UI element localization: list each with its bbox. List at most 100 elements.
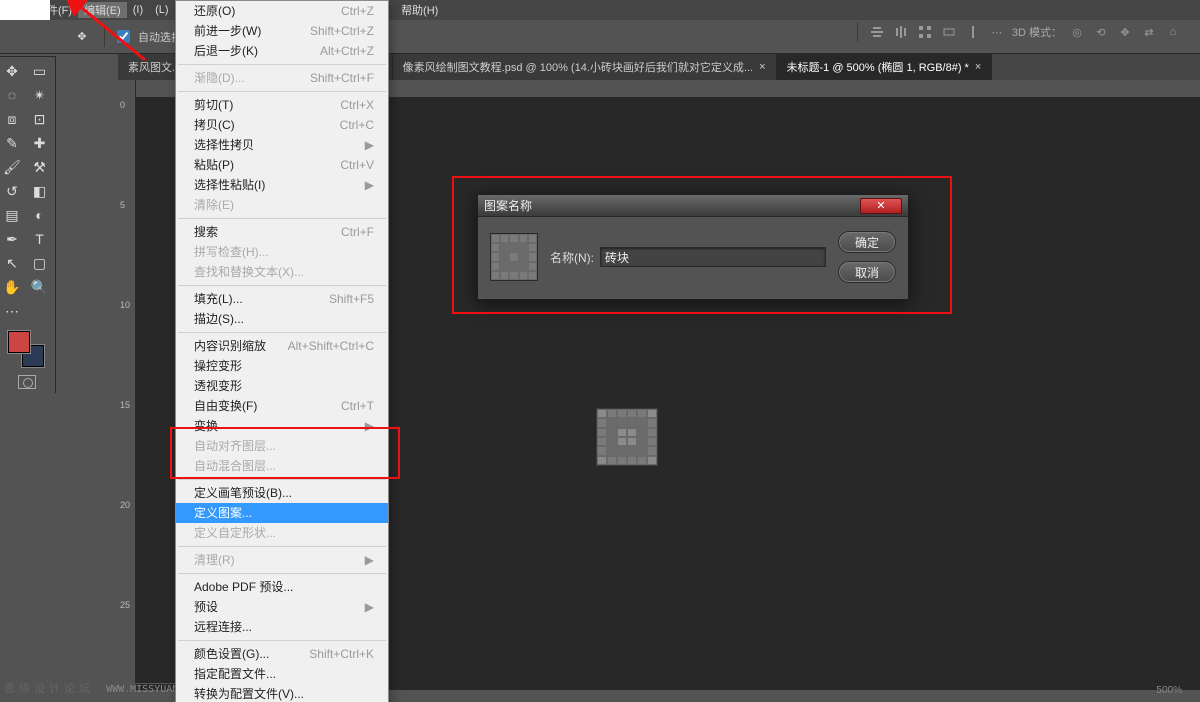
dots-icon[interactable]: ⋯ <box>988 23 1006 41</box>
menu-item[interactable]: 变换▶ <box>176 416 388 436</box>
zoom-tool-icon[interactable]: 🔍 <box>28 277 52 297</box>
menu-item[interactable]: 颜色设置(G)...Shift+Ctrl+K <box>176 644 388 664</box>
menu-file[interactable]: 文件(F) <box>30 2 78 18</box>
menu-shortcut: Ctrl+Z <box>341 3 374 19</box>
menu-item: 定义自定形状... <box>176 523 388 543</box>
color-swatch[interactable] <box>0 331 53 371</box>
zoom-3d-icon[interactable]: ⌂ <box>1164 23 1182 41</box>
tools-panel: ✥ ▭ ◌ ✴ ⧈ ⊡ ✎ ✚ 🖌 ⚒ ↺ ◧ ▤ ◐ ✒ T ↖ ▢ ✋ 🔍 … <box>0 56 56 393</box>
foreground-color[interactable] <box>8 331 30 353</box>
misc-tool-icon[interactable]: ⋯ <box>0 301 24 321</box>
orbit-3d-icon[interactable]: ◎ <box>1068 23 1086 41</box>
move-tool-icon[interactable]: ✥ <box>0 61 24 81</box>
menu-item[interactable]: 搜索Ctrl+F <box>176 222 388 242</box>
menu-item[interactable]: 预设▶ <box>176 597 388 617</box>
menu-item[interactable]: 内容识别缩放Alt+Shift+Ctrl+C <box>176 336 388 356</box>
menu-item[interactable]: 操控变形 <box>176 356 388 376</box>
close-icon[interactable]: × <box>975 61 981 73</box>
menu-layer[interactable]: (L) <box>149 4 174 16</box>
menu-shortcut: Alt+Shift+Ctrl+C <box>288 338 374 354</box>
menu-item-label: 预设 <box>194 599 218 615</box>
menu-item-label: 远程连接... <box>194 619 252 635</box>
misc-tool-icon[interactable] <box>28 301 52 321</box>
auto-select-checkbox[interactable] <box>117 30 130 43</box>
close-icon[interactable]: × <box>759 61 765 73</box>
menu-shortcut: Ctrl+V <box>340 157 374 173</box>
history-tool-icon[interactable]: ↺ <box>0 181 24 201</box>
menu-item[interactable]: 选择性粘贴(I)▶ <box>176 175 388 195</box>
dialog-body: 名称(N): 确定 取消 <box>478 217 908 299</box>
frame-tool-icon[interactable]: ⊡ <box>28 109 52 129</box>
menu-item-label: 前进一步(W) <box>194 23 261 39</box>
menu-item[interactable]: 远程连接... <box>176 617 388 637</box>
eyedropper-tool-icon[interactable]: ✎ <box>0 133 24 153</box>
menu-item-label: 自动混合图层... <box>194 458 276 474</box>
menu-item[interactable]: 描边(S)... <box>176 309 388 329</box>
menu-item[interactable]: Adobe PDF 预设... <box>176 577 388 597</box>
stamp-tool-icon[interactable]: ⚒ <box>28 157 52 177</box>
menu-item[interactable]: 自由变换(F)Ctrl+T <box>176 396 388 416</box>
menu-image[interactable]: (I) <box>127 4 149 16</box>
marquee-tool-icon[interactable]: ◌ <box>0 85 24 105</box>
menu-item-label: Adobe PDF 预设... <box>194 579 293 595</box>
menu-item[interactable]: 还原(O)Ctrl+Z <box>176 1 388 21</box>
menu-item: 清理(R)▶ <box>176 550 388 570</box>
wand-tool-icon[interactable]: ✴ <box>28 85 52 105</box>
menu-item[interactable]: 剪切(T)Ctrl+X <box>176 95 388 115</box>
brush-tool-icon[interactable]: 🖌 <box>0 157 24 177</box>
menu-item[interactable]: 前进一步(W)Shift+Ctrl+Z <box>176 21 388 41</box>
dialog-titlebar[interactable]: 图案名称 ✕ <box>478 195 908 217</box>
align-icon[interactable] <box>892 23 910 41</box>
quick-mask-icon[interactable] <box>0 375 53 389</box>
ruler-tick: 25 <box>120 600 130 610</box>
align-icon[interactable] <box>964 23 982 41</box>
ok-button[interactable]: 确定 <box>838 231 896 253</box>
menu-item: 查找和替换文本(X)... <box>176 262 388 282</box>
healing-tool-icon[interactable]: ✚ <box>28 133 52 153</box>
distribute-icon[interactable] <box>916 23 934 41</box>
distribute-icon[interactable] <box>940 23 958 41</box>
menu-item[interactable]: 定义画笔预设(B)... <box>176 483 388 503</box>
ruler-tick: 20 <box>120 500 130 510</box>
path-tool-icon[interactable]: ↖ <box>0 253 24 273</box>
doc-tab[interactable]: 像素风绘制图文教程.psd @ 100% (14.小砖块画好后我们就对它定义成.… <box>393 54 777 80</box>
menu-item-label: 自动对齐图层... <box>194 438 276 454</box>
type-tool-icon[interactable]: T <box>28 229 52 249</box>
menu-separator <box>178 64 386 65</box>
menu-item-label: 拷贝(C) <box>194 117 235 133</box>
menu-item-label: 拼写检查(H)... <box>194 244 269 260</box>
crop-tool-icon[interactable]: ⧈ <box>0 109 24 129</box>
pen-tool-icon[interactable]: ✒ <box>0 229 24 249</box>
menu-item[interactable]: 指定配置文件... <box>176 664 388 684</box>
menu-item[interactable]: 选择性拷贝 ▶ <box>176 135 388 155</box>
hand-tool-icon[interactable]: ✋ <box>0 277 24 297</box>
roll-3d-icon[interactable]: ⟲ <box>1092 23 1110 41</box>
menu-shortcut: Shift+Ctrl+K <box>309 646 374 662</box>
menu-item[interactable]: 粘贴(P)Ctrl+V <box>176 155 388 175</box>
pattern-name-input[interactable] <box>600 247 826 267</box>
menu-item[interactable]: 定义图案... <box>176 503 388 523</box>
menu-item-label: 剪切(T) <box>194 97 233 113</box>
close-button[interactable]: ✕ <box>860 198 902 214</box>
gradient-tool-icon[interactable]: ▤ <box>0 205 24 225</box>
slide-3d-icon[interactable]: ⇄ <box>1140 23 1158 41</box>
dodge-tool-icon[interactable]: ◐ <box>28 205 52 225</box>
menu-item-label: 选择性拷贝 <box>194 137 254 153</box>
shape-tool-icon[interactable]: ▢ <box>28 253 52 273</box>
submenu-arrow-icon: ▶ <box>365 137 374 153</box>
menu-item[interactable]: 透视变形 <box>176 376 388 396</box>
doc-tab[interactable]: 未标题-1 @ 500% (椭圆 1, RGB/8#) * × <box>777 54 993 80</box>
menu-edit[interactable]: 编辑(E) <box>78 2 127 18</box>
artboard-tool-icon[interactable]: ▭ <box>28 61 52 81</box>
menu-item[interactable]: 拷贝(C)Ctrl+C <box>176 115 388 135</box>
cancel-button[interactable]: 取消 <box>838 261 896 283</box>
menu-item[interactable]: 转换为配置文件(V)... <box>176 684 388 702</box>
menu-help[interactable]: 帮助(H) <box>395 2 444 18</box>
doc-tab-label: 未标题-1 @ 500% (椭圆 1, RGB/8#) * <box>787 59 969 75</box>
pan-3d-icon[interactable]: ✥ <box>1116 23 1134 41</box>
menu-item[interactable]: 后退一步(K)Alt+Ctrl+Z <box>176 41 388 61</box>
pattern-name-dialog: 图案名称 ✕ 名称(N): 确定 取消 <box>477 194 909 300</box>
eraser-tool-icon[interactable]: ◧ <box>28 181 52 201</box>
align-icon[interactable] <box>868 23 886 41</box>
menu-item[interactable]: 填充(L)...Shift+F5 <box>176 289 388 309</box>
